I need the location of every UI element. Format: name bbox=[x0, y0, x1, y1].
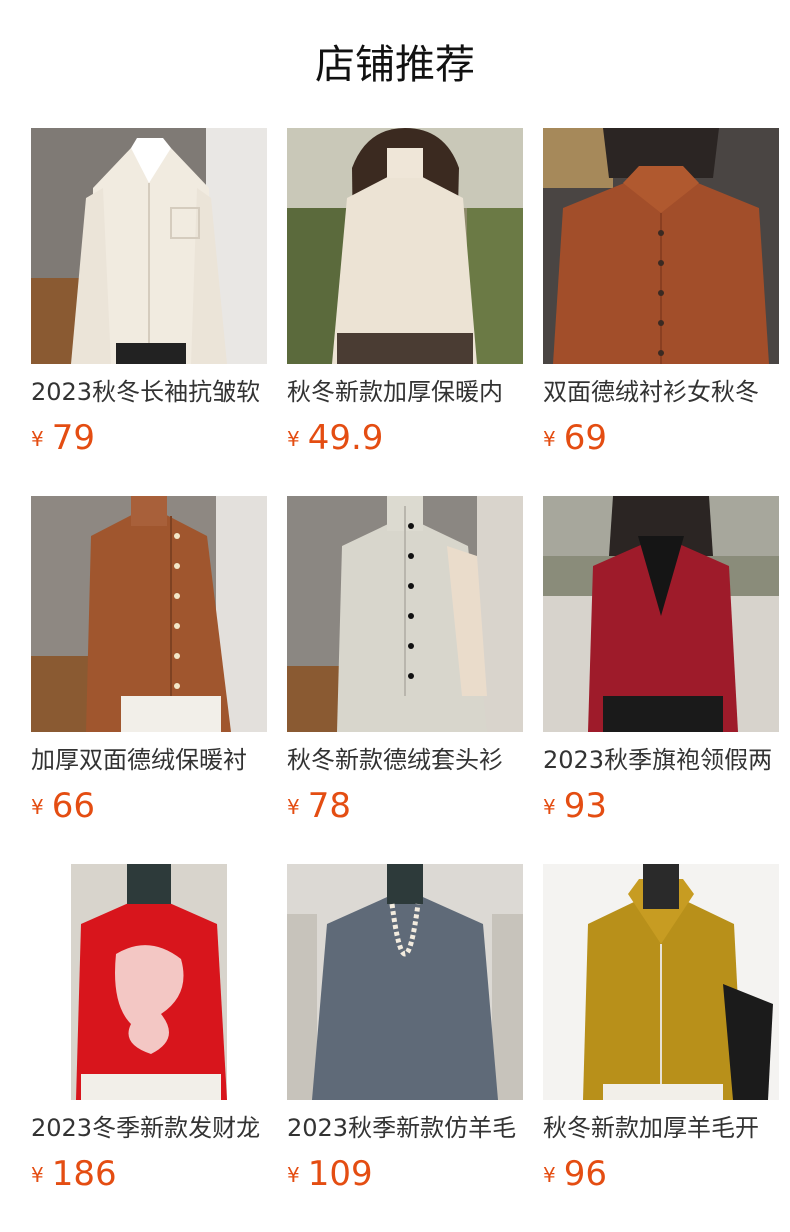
product-name[interactable]: 加厚双面德绒保暖衬 bbox=[31, 744, 267, 776]
currency-symbol: ¥ bbox=[543, 1163, 556, 1187]
product-card[interactable]: 双面德绒衬衫女秋冬 ¥69 bbox=[543, 128, 779, 458]
product-card[interactable]: 2023秋季旗袍领假两 ¥93 bbox=[543, 496, 779, 826]
price-amount: 96 bbox=[563, 1154, 607, 1194]
product-name[interactable]: 2023秋季旗袍领假两 bbox=[543, 744, 779, 776]
currency-symbol: ¥ bbox=[287, 427, 300, 451]
product-card[interactable]: 2023秋冬长袖抗皱软 ¥79 bbox=[31, 128, 267, 458]
product-image[interactable] bbox=[287, 864, 523, 1100]
currency-symbol: ¥ bbox=[31, 1163, 44, 1187]
product-grid: 2023秋冬长袖抗皱软 ¥79 秋冬新款加厚保暖内 ¥49.9 双面德绒衬衫女秋… bbox=[31, 128, 779, 1194]
product-price: ¥79 bbox=[31, 418, 95, 458]
product-price: ¥109 bbox=[287, 1154, 373, 1194]
product-image[interactable] bbox=[543, 128, 779, 364]
product-name[interactable]: 2023冬季新款发财龙 bbox=[31, 1112, 267, 1144]
product-image[interactable] bbox=[31, 864, 267, 1100]
product-image[interactable] bbox=[287, 496, 523, 732]
product-price: ¥69 bbox=[543, 418, 607, 458]
currency-symbol: ¥ bbox=[31, 427, 44, 451]
product-card[interactable]: 2023冬季新款发财龙 ¥186 bbox=[31, 864, 267, 1194]
price-amount: 109 bbox=[307, 1154, 373, 1194]
price-amount: 186 bbox=[51, 1154, 117, 1194]
price-amount: 66 bbox=[51, 786, 95, 826]
product-name[interactable]: 秋冬新款加厚羊毛开 bbox=[543, 1112, 779, 1144]
product-image[interactable] bbox=[31, 496, 267, 732]
product-name[interactable]: 秋冬新款加厚保暖内 bbox=[287, 376, 523, 408]
product-image[interactable] bbox=[287, 128, 523, 364]
product-price: ¥96 bbox=[543, 1154, 607, 1194]
product-image[interactable] bbox=[31, 128, 267, 364]
product-name[interactable]: 秋冬新款德绒套头衫 bbox=[287, 744, 523, 776]
product-price: ¥186 bbox=[31, 1154, 117, 1194]
currency-symbol: ¥ bbox=[543, 795, 556, 819]
price-amount: 69 bbox=[563, 418, 607, 458]
product-price: ¥49.9 bbox=[287, 418, 383, 458]
currency-symbol: ¥ bbox=[287, 1163, 300, 1187]
currency-symbol: ¥ bbox=[31, 795, 44, 819]
currency-symbol: ¥ bbox=[287, 795, 300, 819]
product-price: ¥93 bbox=[543, 786, 607, 826]
product-card[interactable]: 秋冬新款加厚羊毛开 ¥96 bbox=[543, 864, 779, 1194]
product-price: ¥78 bbox=[287, 786, 351, 826]
price-amount: 78 bbox=[307, 786, 351, 826]
product-card[interactable]: 秋冬新款德绒套头衫 ¥78 bbox=[287, 496, 523, 826]
price-amount: 49.9 bbox=[307, 418, 384, 458]
product-name[interactable]: 2023秋冬长袖抗皱软 bbox=[31, 376, 267, 408]
product-card[interactable]: 秋冬新款加厚保暖内 ¥49.9 bbox=[287, 128, 523, 458]
product-image[interactable] bbox=[543, 864, 779, 1100]
product-card[interactable]: 2023秋季新款仿羊毛 ¥109 bbox=[287, 864, 523, 1194]
product-name[interactable]: 双面德绒衬衫女秋冬 bbox=[543, 376, 779, 408]
product-price: ¥66 bbox=[31, 786, 95, 826]
page-title: 店铺推荐 bbox=[315, 42, 475, 88]
price-amount: 79 bbox=[51, 418, 95, 458]
price-amount: 93 bbox=[563, 786, 607, 826]
currency-symbol: ¥ bbox=[543, 427, 556, 451]
product-card[interactable]: 加厚双面德绒保暖衬 ¥66 bbox=[31, 496, 267, 826]
product-name[interactable]: 2023秋季新款仿羊毛 bbox=[287, 1112, 523, 1144]
product-image[interactable] bbox=[543, 496, 779, 732]
